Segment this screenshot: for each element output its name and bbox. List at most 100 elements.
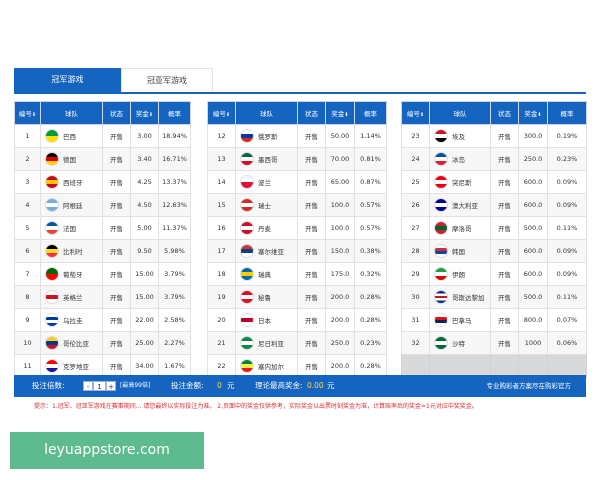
team-cell[interactable]: 秘鲁 — [235, 285, 298, 309]
team-cell[interactable]: 巴西 — [40, 124, 103, 148]
team-cell[interactable]: 瑞典 — [235, 262, 298, 286]
prize-odds[interactable]: 600.0 — [518, 193, 548, 217]
table-row[interactable]: 17 塞尔维亚 开售 150.0 0.38% — [207, 239, 387, 263]
prize-odds[interactable]: 3.00 — [130, 124, 159, 148]
prize-odds[interactable]: 5.00 — [130, 216, 159, 240]
team-cell[interactable]: 日本 — [235, 308, 298, 332]
team-cell[interactable]: 丹麦 — [235, 216, 298, 240]
prize-odds[interactable]: 800.0 — [518, 308, 548, 332]
team-cell[interactable]: 波兰 — [235, 170, 298, 194]
increase-multiplier-button[interactable]: + — [106, 381, 116, 391]
team-cell[interactable]: 塞尔维亚 — [235, 239, 298, 263]
table-row[interactable]: 5 法国 开售 5.00 11.37% — [14, 216, 191, 240]
table-row[interactable]: 4 阿根廷 开售 4.50 12.63% — [14, 193, 191, 217]
prize-odds[interactable]: 3.40 — [130, 147, 159, 171]
column-header-prize[interactable]: 奖金⬇ — [325, 101, 355, 125]
prize-odds[interactable]: 65.00 — [325, 170, 355, 194]
prize-odds[interactable]: 175.0 — [325, 262, 355, 286]
table-row[interactable]: 19 秘鲁 开售 200.0 0.28% — [207, 285, 387, 309]
prize-odds[interactable]: 70.00 — [325, 147, 355, 171]
team-cell[interactable]: 尼日利亚 — [235, 331, 298, 355]
table-row[interactable]: 23 埃及 开售 300.0 0.19% — [401, 124, 587, 148]
table-row[interactable]: 25 突尼斯 开售 600.0 0.09% — [401, 170, 587, 194]
table-row[interactable]: 14 波兰 开售 65.00 0.87% — [207, 170, 387, 194]
prize-odds[interactable]: 100.0 — [325, 216, 355, 240]
team-cell[interactable]: 葡萄牙 — [40, 262, 103, 286]
table-row[interactable]: 28 韩国 开售 600.0 0.09% — [401, 239, 587, 263]
team-cell[interactable]: 突尼斯 — [429, 170, 491, 194]
prize-odds[interactable]: 250.0 — [518, 147, 548, 171]
column-header-probability[interactable]: 概率 — [158, 101, 191, 125]
table-row[interactable]: 20 日本 开售 200.0 0.28% — [207, 308, 387, 332]
table-row[interactable]: 7 葡萄牙 开售 15.00 3.79% — [14, 262, 191, 286]
tab-top-two-game[interactable]: 冠亚军游戏 — [121, 68, 213, 92]
prize-odds[interactable]: 200.0 — [325, 285, 355, 309]
team-cell[interactable]: 澳大利亚 — [429, 193, 491, 217]
team-cell[interactable]: 哥斯达黎加 — [429, 285, 491, 309]
column-header-id[interactable]: 编号⬇ — [207, 101, 236, 125]
table-row[interactable]: 32 沙特 开售 1000 0.06% — [401, 331, 587, 355]
prize-odds[interactable]: 250.0 — [325, 331, 355, 355]
prize-odds[interactable]: 15.00 — [130, 262, 159, 286]
table-row[interactable]: 6 比利时 开售 9.50 5.98% — [14, 239, 191, 263]
table-row[interactable]: 30 哥斯达黎加 开售 500.0 0.11% — [401, 285, 587, 309]
team-cell[interactable]: 比利时 — [40, 239, 103, 263]
prize-odds[interactable]: 500.0 — [518, 285, 548, 309]
column-header-probability[interactable]: 概率 — [547, 101, 587, 125]
team-cell[interactable]: 瑞士 — [235, 193, 298, 217]
table-row[interactable]: 27 摩洛哥 开售 500.0 0.11% — [401, 216, 587, 240]
team-cell[interactable]: 冰岛 — [429, 147, 491, 171]
table-row[interactable]: 12 俄罗斯 开售 50.00 1.14% — [207, 124, 387, 148]
table-row[interactable]: 3 西班牙 开售 4.25 13.37% — [14, 170, 191, 194]
table-row[interactable]: 24 冰岛 开售 250.0 0.23% — [401, 147, 587, 171]
prize-odds[interactable]: 25.00 — [130, 331, 159, 355]
table-row[interactable]: 10 哥伦比亚 开售 25.00 2.27% — [14, 331, 191, 355]
column-header-prize[interactable]: 奖金⬇ — [518, 101, 548, 125]
team-cell[interactable]: 伊朗 — [429, 262, 491, 286]
team-cell[interactable]: 墨西哥 — [235, 147, 298, 171]
prize-odds[interactable]: 600.0 — [518, 239, 548, 263]
team-cell[interactable]: 法国 — [40, 216, 103, 240]
team-cell[interactable]: 摩洛哥 — [429, 216, 491, 240]
prize-odds[interactable]: 200.0 — [325, 308, 355, 332]
team-cell[interactable]: 西班牙 — [40, 170, 103, 194]
prize-odds[interactable]: 600.0 — [518, 170, 548, 194]
table-row[interactable]: 26 澳大利亚 开售 600.0 0.09% — [401, 193, 587, 217]
team-cell[interactable]: 德国 — [40, 147, 103, 171]
prize-odds[interactable]: 4.25 — [130, 170, 159, 194]
table-row[interactable]: 29 伊朗 开售 600.0 0.09% — [401, 262, 587, 286]
column-header-id[interactable]: 编号⬇ — [401, 101, 430, 125]
table-row[interactable]: 15 瑞士 开售 100.0 0.57% — [207, 193, 387, 217]
table-row[interactable]: 1 巴西 开售 3.00 18.94% — [14, 124, 191, 148]
team-cell[interactable]: 埃及 — [429, 124, 491, 148]
prize-odds[interactable]: 9.50 — [130, 239, 159, 263]
prize-odds[interactable]: 300.0 — [518, 124, 548, 148]
team-cell[interactable]: 俄罗斯 — [235, 124, 298, 148]
table-row[interactable]: 31 巴拿马 开售 800.0 0.07% — [401, 308, 587, 332]
prize-odds[interactable]: 22.00 — [130, 308, 159, 332]
site-banner[interactable]: leyuappstore.com — [10, 432, 204, 469]
column-header-prize[interactable]: 奖金⬇ — [130, 101, 159, 125]
prize-odds[interactable]: 1000 — [518, 331, 548, 355]
prize-odds[interactable]: 500.0 — [518, 216, 548, 240]
column-header-probability[interactable]: 概率 — [354, 101, 387, 125]
table-row[interactable]: 18 瑞典 开售 175.0 0.32% — [207, 262, 387, 286]
team-cell[interactable]: 阿根廷 — [40, 193, 103, 217]
prize-odds[interactable]: 50.00 — [325, 124, 355, 148]
table-row[interactable]: 2 德国 开售 3.40 16.71% — [14, 147, 191, 171]
table-row[interactable]: 9 乌拉圭 开售 22.00 2.58% — [14, 308, 191, 332]
team-cell[interactable]: 韩国 — [429, 239, 491, 263]
prize-odds[interactable]: 150.0 — [325, 239, 355, 263]
team-cell[interactable]: 英格兰 — [40, 285, 103, 309]
prize-odds[interactable]: 600.0 — [518, 262, 548, 286]
prize-odds[interactable]: 100.0 — [325, 193, 355, 217]
table-row[interactable]: 8 英格兰 开售 15.00 3.79% — [14, 285, 191, 309]
tab-champion-game[interactable]: 冠军游戏 — [14, 68, 121, 92]
team-cell[interactable]: 哥伦比亚 — [40, 331, 103, 355]
team-cell[interactable]: 沙特 — [429, 331, 491, 355]
column-header-id[interactable]: 编号⬇ — [14, 101, 41, 125]
prize-odds[interactable]: 4.50 — [130, 193, 159, 217]
table-row[interactable]: 16 丹麦 开售 100.0 0.57% — [207, 216, 387, 240]
table-row[interactable]: 13 墨西哥 开售 70.00 0.81% — [207, 147, 387, 171]
prize-odds[interactable]: 15.00 — [130, 285, 159, 309]
